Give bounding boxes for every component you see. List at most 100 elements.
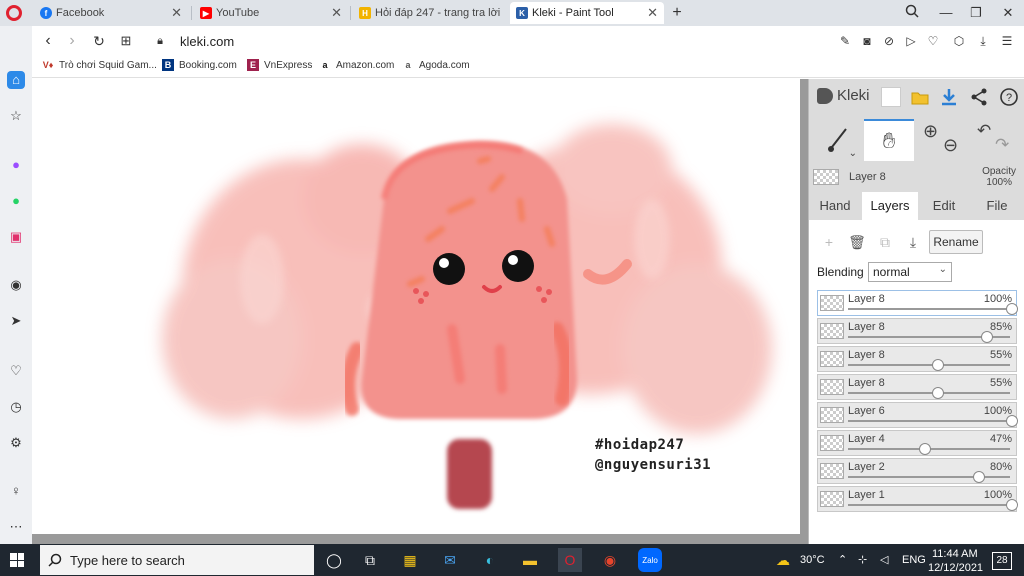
rename-button[interactable]: Rename: [929, 230, 983, 254]
bookmark-booking[interactable]: B Booking.com: [162, 59, 237, 71]
heart-icon[interactable]: ♡: [7, 362, 25, 380]
adblock-icon[interactable]: ⊘: [880, 32, 898, 50]
layer-opacity-slider[interactable]: [1006, 303, 1018, 315]
bookmark-amazon[interactable]: a Amazon.com: [319, 59, 394, 71]
layer-opacity-track[interactable]: [848, 392, 1010, 394]
zoom-out-icon[interactable]: ⊖: [943, 135, 958, 156]
layer-opacity-track[interactable]: [848, 364, 1010, 366]
home-icon[interactable]: ⌂: [7, 71, 25, 89]
help-icon[interactable]: ?: [999, 87, 1019, 107]
speed-dial-icon[interactable]: ☆: [7, 107, 25, 125]
new-image-icon[interactable]: [881, 87, 901, 107]
reload-icon[interactable]: ↻: [89, 31, 109, 51]
edge-icon[interactable]: ◐: [478, 548, 502, 572]
add-layer-icon[interactable]: +: [817, 230, 841, 254]
settings-icon[interactable]: ⚙: [7, 434, 25, 452]
layer-opacity-track[interactable]: [848, 476, 1010, 478]
zoom-in-icon[interactable]: ⊕: [923, 121, 938, 142]
layer-row[interactable]: Layer 8 55%: [817, 346, 1017, 372]
forward-icon[interactable]: ›: [62, 31, 82, 51]
share-icon[interactable]: [969, 87, 989, 107]
instagram-icon[interactable]: ▣: [7, 228, 25, 246]
tab-edit[interactable]: Edit: [921, 192, 967, 220]
layer-opacity-track[interactable]: [848, 308, 1010, 310]
whatsapp-icon[interactable]: ●: [7, 192, 25, 210]
send-page-icon[interactable]: ▷: [902, 32, 920, 50]
menu-icon[interactable]: ☰: [998, 32, 1016, 50]
store-icon[interactable]: ▦: [398, 548, 422, 572]
tab-file[interactable]: File: [971, 192, 1023, 220]
layer-opacity-slider[interactable]: [1006, 499, 1018, 511]
bookmark-heart-icon[interactable]: ♡: [924, 32, 942, 50]
chevron-up-icon[interactable]: ⌃: [838, 553, 847, 566]
drawing-canvas[interactable]: #hoidap247 @nguyensuri31: [32, 79, 800, 534]
history-icon[interactable]: ◷: [7, 398, 25, 416]
file-explorer-icon[interactable]: ▬: [518, 548, 542, 572]
layer-opacity-track[interactable]: [848, 504, 1010, 506]
bookmark-squid-game[interactable]: V♦ Trò chơi Squid Gam...: [42, 59, 157, 71]
close-icon[interactable]: ✕: [171, 5, 182, 21]
layer-row[interactable]: Layer 8 55%: [817, 374, 1017, 400]
layer-opacity-slider[interactable]: [973, 471, 986, 483]
close-icon[interactable]: ✕: [331, 5, 342, 21]
duplicate-layer-icon[interactable]: ⧉: [873, 230, 897, 254]
tab-hand[interactable]: Hand: [809, 192, 861, 220]
tips-icon[interactable]: ♀: [7, 482, 25, 500]
tab-layers[interactable]: Layers: [862, 192, 918, 220]
tab-youtube[interactable]: ▶ YouTube ✕: [194, 2, 348, 24]
layer-opacity-slider[interactable]: [1006, 415, 1018, 427]
save-download-icon[interactable]: [939, 87, 959, 107]
new-tab-button[interactable]: +: [668, 4, 686, 22]
windows-start-icon[interactable]: [10, 553, 24, 567]
bookmark-vnexpress[interactable]: E VnExpress: [247, 59, 312, 71]
layer-row[interactable]: Layer 8 85%: [817, 318, 1017, 344]
back-icon[interactable]: ‹: [38, 31, 58, 51]
cortana-icon[interactable]: ◯: [322, 548, 346, 572]
task-view-icon[interactable]: ⧉: [358, 548, 382, 572]
camera-icon[interactable]: ◙: [858, 32, 876, 50]
edit-icon[interactable]: ✎: [836, 32, 854, 50]
layer-row[interactable]: Layer 2 80%: [817, 458, 1017, 484]
blending-select[interactable]: normal ⌄: [868, 262, 952, 282]
tabs-grid-icon[interactable]: ⊞: [116, 31, 136, 51]
delete-layer-icon[interactable]: 🗑︎: [845, 230, 869, 254]
opera-logo-icon[interactable]: [6, 5, 22, 21]
layer-row[interactable]: Layer 8 100%: [817, 290, 1018, 316]
layer-opacity-slider[interactable]: [932, 359, 945, 371]
volume-icon[interactable]: ◁: [880, 553, 888, 566]
more-icon[interactable]: ⋯: [7, 518, 25, 536]
clock-date[interactable]: 12/12/2021: [928, 562, 983, 574]
merge-down-icon[interactable]: ⤓: [901, 230, 925, 254]
layer-row[interactable]: Layer 4 47%: [817, 430, 1017, 456]
tab-facebook[interactable]: f Facebook ✕: [34, 2, 188, 24]
opera-taskbar-icon[interactable]: O: [558, 548, 582, 572]
messenger-icon[interactable]: ●: [7, 156, 25, 174]
chevron-down-icon[interactable]: ⌄: [849, 148, 857, 159]
weather-icon[interactable]: ☁: [776, 552, 790, 569]
mail-icon[interactable]: ✉: [438, 548, 462, 572]
layer-row[interactable]: Layer 1 100%: [817, 486, 1018, 512]
open-folder-icon[interactable]: [910, 87, 930, 107]
restore-icon[interactable]: ❐: [967, 4, 985, 22]
temperature[interactable]: 30°C: [800, 554, 825, 566]
hand-tool-button[interactable]: ✋︎: [864, 119, 914, 161]
app-icon[interactable]: ◉: [598, 548, 622, 572]
clock-time[interactable]: 11:44 AM: [932, 548, 978, 560]
tab-hoidap247[interactable]: H Hỏi đáp 247 - trang tra lời: [353, 2, 507, 24]
zalo-icon[interactable]: Zalo: [638, 548, 662, 572]
bookmark-agoda[interactable]: a Agoda.com: [402, 59, 469, 71]
layer-opacity-slider[interactable]: [919, 443, 932, 455]
close-icon[interactable]: ✕: [647, 5, 658, 21]
layer-opacity-slider[interactable]: [981, 331, 994, 343]
download-icon[interactable]: ⤓: [974, 32, 992, 50]
layer-opacity-track[interactable]: [848, 420, 1010, 422]
close-window-icon[interactable]: ✕: [999, 4, 1017, 22]
send-icon[interactable]: ➤: [7, 312, 25, 330]
extensions-icon[interactable]: ⬡: [950, 32, 968, 50]
layer-opacity-slider[interactable]: [932, 387, 945, 399]
notification-icon[interactable]: 28: [992, 552, 1012, 570]
tab-kleki[interactable]: K Kleki - Paint Tool ✕: [510, 2, 664, 24]
network-icon[interactable]: ⊹: [858, 553, 867, 566]
redo-icon[interactable]: ↷: [995, 135, 1009, 155]
undo-icon[interactable]: ↶: [977, 121, 991, 141]
